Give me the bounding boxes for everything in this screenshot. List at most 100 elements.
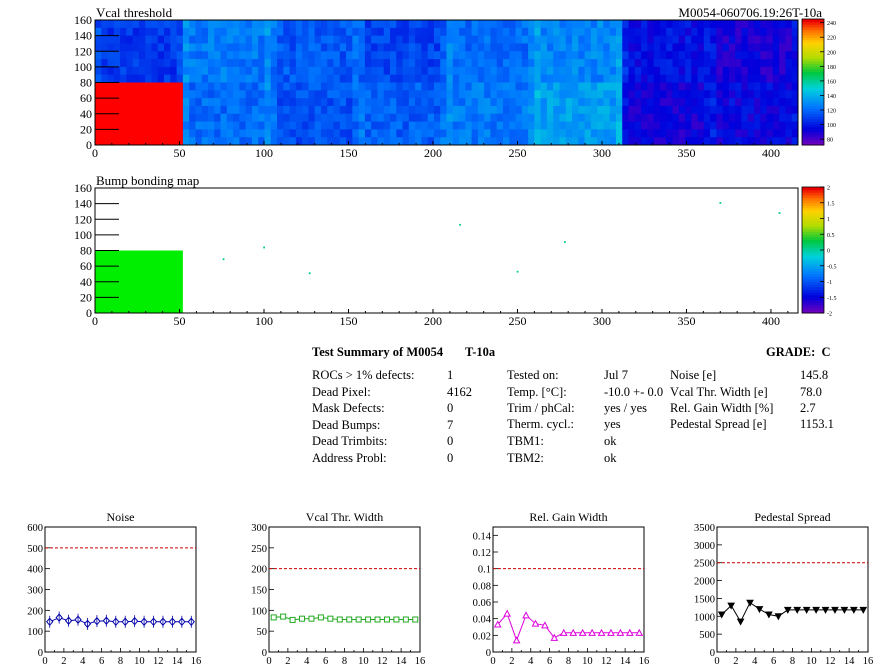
x-tick-label: 4: [304, 656, 310, 667]
dead-bump-point: [222, 258, 225, 261]
dead-bump-point: [263, 246, 265, 249]
x-tick-label: 10: [134, 656, 145, 667]
summary-grade: GRADE: C: [766, 345, 831, 359]
map-title: Vcal threshold: [96, 5, 173, 20]
plot-frame: [268, 526, 421, 653]
dead-bump-point: [459, 223, 462, 226]
chart-title: Rel. Gain Width: [529, 510, 607, 524]
summary-value: 2.7: [800, 401, 816, 415]
y-tick-label: 40: [80, 275, 92, 289]
bump-bonding-map: 0204060801001201401600 50 100 150 200 250 300 3…: [74, 173, 837, 328]
x-tick-label: 12: [153, 656, 164, 667]
summary-label: TBM2:: [507, 451, 544, 465]
roc-cell: [358, 20, 447, 83]
y-tick-label: 250: [251, 544, 267, 555]
dead-bump-point: [563, 241, 566, 243]
y-tick-label: 2000: [694, 577, 715, 588]
y-tick-label: 3000: [694, 541, 715, 552]
rel-gain-width-chart: Rel. Gain Width 0 0.02 0.04 0.06 0.08 0.1 0.12 0…: [473, 510, 650, 667]
summary-value: ok: [604, 434, 617, 448]
y-tick-label: 200: [27, 606, 43, 617]
x-tick-label: 150: [339, 146, 357, 160]
dead-bump-point: [308, 272, 311, 275]
y-tick-label: 20: [80, 122, 92, 136]
summary-value: 0: [447, 434, 454, 449]
data-point: [355, 616, 362, 623]
y-tick-label: 0.14: [473, 531, 492, 542]
summary-title: Test Summary of M0054: [312, 345, 444, 359]
y-tick-label: 1000: [694, 612, 715, 623]
y-tick-label: 40: [80, 107, 92, 121]
data-point: [402, 616, 409, 623]
data-point: [317, 614, 324, 621]
y-tick-label: 160: [74, 13, 92, 27]
plot-area: [95, 188, 798, 313]
y-tick-label: 500: [699, 630, 715, 641]
data-point: [383, 616, 390, 623]
palette-label: -0.5: [827, 264, 837, 270]
x-tick-label: 250: [508, 146, 526, 160]
x-tick-label: 8: [790, 656, 795, 667]
data-point: [374, 616, 381, 623]
x-tick-label: 0: [92, 314, 98, 328]
data-point: [336, 616, 343, 623]
x-tick-label: 300: [593, 146, 611, 160]
x-tick-label: 16: [639, 656, 650, 667]
summary-value: 4162: [447, 384, 472, 399]
x-tick-label: 50: [173, 146, 185, 160]
y-tick-label: 60: [80, 259, 92, 273]
data-point: [393, 616, 400, 623]
palette-label: 80: [827, 138, 833, 144]
summary-label: Trim / phCal:: [507, 401, 575, 415]
y-tick-label: 3500: [694, 523, 715, 534]
roc-cell: [270, 20, 360, 83]
x-tick-label: 250: [508, 314, 526, 328]
y-tick-label: 140: [74, 29, 92, 43]
y-tick-label: 200: [251, 565, 267, 576]
y-tick-label: 20: [80, 290, 92, 304]
roc-cell: [534, 82, 623, 146]
y-tick-label: 160: [74, 181, 92, 195]
x-tick-label: 6: [771, 656, 776, 667]
y-tick-label: 120: [74, 44, 92, 58]
roc-cell: [182, 82, 272, 146]
roc-cell: [534, 20, 623, 83]
palette-label: 160: [827, 79, 836, 85]
summary-label: Dead Trimbits:: [312, 434, 388, 449]
data-point: [365, 616, 372, 623]
x-tick-label: 2: [733, 656, 738, 667]
summary-value: 0: [447, 401, 454, 416]
palette-label: 1: [827, 217, 830, 223]
y-tick-label: 150: [251, 586, 267, 597]
x-tick-label: 8: [566, 656, 571, 667]
data-point: [299, 615, 306, 622]
y-tick-label: 80: [80, 244, 92, 258]
x-tick-label: 16: [863, 656, 874, 667]
pedestal-spread-chart: Pedestal Spread 0 500 1000 1500 2000 2500 3000 3…: [694, 510, 874, 667]
roc-cell: [270, 82, 360, 146]
y-tick-label: 100: [251, 606, 267, 617]
x-tick-label: 4: [752, 656, 758, 667]
palette-label: 0: [827, 249, 830, 255]
roc-cell: [622, 20, 711, 83]
summary-subtitle: T-10a: [465, 345, 496, 359]
x-tick-label: 16: [415, 656, 426, 667]
y-tick-label: 300: [27, 586, 43, 597]
summary-value: 1: [447, 368, 454, 382]
x-tick-label: 12: [601, 656, 612, 667]
summary-value: 0: [447, 451, 454, 465]
palette-label: 1.5: [827, 201, 835, 207]
map-title: Bump bonding map: [96, 173, 199, 188]
x-tick-label: 300: [593, 314, 611, 328]
summary-value: ok: [604, 451, 617, 465]
palette-label: 100: [827, 123, 836, 129]
summary-label: Mask Defects:: [312, 401, 385, 416]
summary-label: TBM1:: [507, 434, 544, 448]
vcal-thr-width-chart: Vcal Thr. Width0501001502002503000 2 4 6 8 10…: [251, 510, 426, 667]
y-tick-label: 0.12: [473, 548, 491, 559]
summary-value: 78.0: [800, 385, 822, 399]
data-point: [270, 614, 277, 621]
dead-bump-point: [516, 270, 519, 273]
x-tick-label: 2: [285, 656, 290, 667]
x-tick-label: 200: [424, 146, 442, 160]
